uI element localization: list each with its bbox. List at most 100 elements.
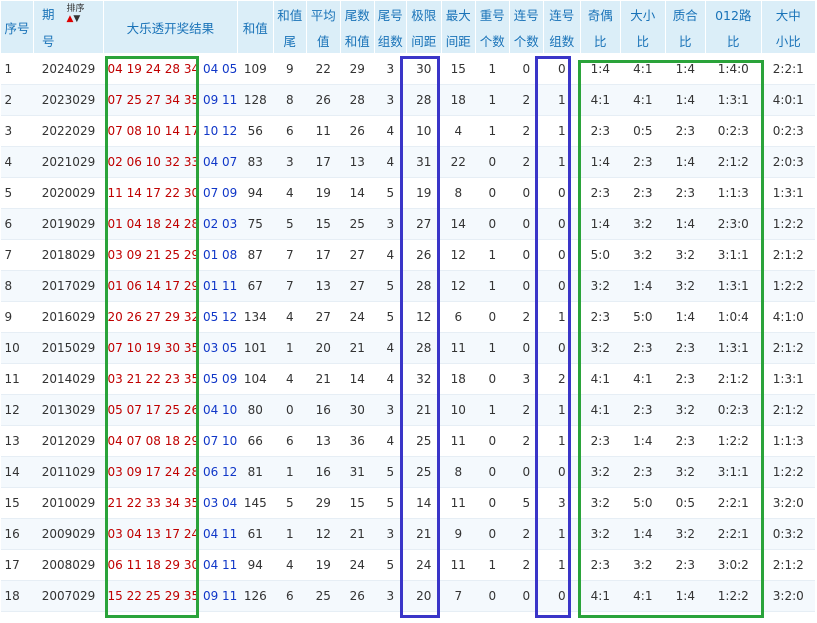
tail-sum-cell: 28 [340, 84, 375, 116]
sort-down-arrow-icon[interactable]: ▼ [73, 14, 80, 24]
table-row: 17 2008029 06 11 18 29 30 04 11 94 4 19 24 5 24 1… [0, 549, 816, 581]
header-tail-grp-top: 尾号 [377, 7, 403, 23]
back-numbers: 10 12 [202, 124, 238, 138]
consec-cell: 2 [509, 301, 544, 333]
primecomp-cell: 2:3 [665, 332, 706, 364]
consec-cell: 2 [509, 549, 544, 581]
result-cell: 06 11 18 29 30 04 11 [103, 549, 238, 581]
sum-cell: 56 [237, 115, 274, 147]
tail-grp-cell: 4 [374, 363, 407, 395]
tail-grp-cell: 4 [374, 239, 407, 271]
table-row: 9 2016029 20 26 27 29 32 05 12 134 4 27 24 5 12 6… [0, 301, 816, 333]
tail-grp-cell: 3 [374, 84, 407, 116]
tail-sum-cell: 21 [340, 332, 375, 364]
bigsmall-cell: 2:3 [620, 332, 666, 364]
route-cell: 1:0:4 [705, 301, 762, 333]
sum-tail-cell: 9 [273, 53, 307, 85]
limit-cell: 21 [406, 518, 442, 550]
table-row: 6 2019029 01 04 18 24 28 02 03 75 5 15 25 3 27 14… [0, 208, 816, 240]
bigsmall-cell: 1:4 [620, 270, 666, 302]
period-cell: 2014029 [33, 363, 104, 395]
sum-cell: 94 [237, 177, 274, 209]
table-row: 4 2021029 02 06 10 32 33 04 07 83 3 17 13 4 31 22… [0, 146, 816, 178]
tail-sum-cell: 24 [340, 549, 375, 581]
header-tail-sum-bottom: 和值 [344, 33, 370, 49]
back-numbers: 01 08 [202, 248, 238, 262]
limit-cell: 28 [406, 84, 442, 116]
sort-toggle[interactable]: 排序 ▲▼ [67, 4, 85, 24]
max-cell: 8 [441, 456, 476, 488]
bigsmall-cell: 5:0 [620, 301, 666, 333]
repeat-cell: 1 [475, 394, 510, 426]
sum-cell: 134 [237, 301, 274, 333]
avg-cell: 27 [306, 301, 341, 333]
table-body: 1 2024029 04 19 24 28 34 04 05 109 9 22 29 3 30 1… [0, 53, 816, 612]
header-repeat-bottom: 个数 [479, 33, 505, 49]
bms-cell: 2:1:2 [761, 239, 816, 271]
consec-cell: 0 [509, 580, 544, 612]
result-cell: 03 09 21 25 29 01 08 [103, 239, 238, 271]
repeat-cell: 0 [475, 425, 510, 457]
limit-cell: 32 [406, 363, 442, 395]
tail-sum-cell: 13 [340, 146, 375, 178]
bms-cell: 1:1:3 [761, 425, 816, 457]
consec-cell: 0 [509, 208, 544, 240]
seq-cell: 4 [0, 146, 34, 178]
bigsmall-cell: 1:4 [620, 518, 666, 550]
repeat-cell: 1 [475, 84, 510, 116]
avg-cell: 25 [306, 580, 341, 612]
seq-cell: 18 [0, 580, 34, 612]
header-repeat: 重号 个数 [474, 0, 510, 54]
header-period[interactable]: 期 排序 ▲▼ 号 [33, 0, 104, 54]
back-numbers: 09 11 [202, 589, 238, 603]
seq-cell: 9 [0, 301, 34, 333]
front-numbers: 03 09 21 25 29 [107, 248, 200, 262]
front-numbers: 04 19 24 28 34 [107, 62, 200, 76]
header-oddeven: 奇偶比 [579, 0, 621, 54]
seq-cell: 13 [0, 425, 34, 457]
bms-cell: 2:1:2 [761, 332, 816, 364]
oddeven-cell: 4:1 [580, 580, 621, 612]
tail-sum-cell: 15 [340, 487, 375, 519]
oddeven-cell: 4:1 [580, 363, 621, 395]
period-cell: 2018029 [33, 239, 104, 271]
front-numbers: 05 07 17 25 26 [107, 403, 200, 417]
route-cell: 1:2:2 [705, 425, 762, 457]
max-cell: 4 [441, 115, 476, 147]
primecomp-cell: 1:4 [665, 208, 706, 240]
sum-tail-cell: 5 [273, 208, 307, 240]
result-cell: 07 08 10 14 17 10 12 [103, 115, 238, 147]
limit-cell: 25 [406, 425, 442, 457]
avg-cell: 13 [306, 425, 341, 457]
result-cell: 03 21 22 23 35 05 09 [103, 363, 238, 395]
oddeven-cell: 2:3 [580, 115, 621, 147]
route-cell: 1:2:2 [705, 580, 762, 612]
tail-sum-cell: 26 [340, 115, 375, 147]
primecomp-cell: 1:4 [665, 146, 706, 178]
primecomp-cell: 2:3 [665, 363, 706, 395]
seq-cell: 8 [0, 270, 34, 302]
table-row: 1 2024029 04 19 24 28 34 04 05 109 9 22 29 3 30 1… [0, 53, 816, 85]
avg-cell: 20 [306, 332, 341, 364]
primecomp-cell: 2:3 [665, 549, 706, 581]
oddeven-cell: 2:3 [580, 425, 621, 457]
period-cell: 2008029 [33, 549, 104, 581]
avg-cell: 17 [306, 146, 341, 178]
table-row: 2 2023029 07 25 27 34 35 09 11 128 8 26 28 3 28 1… [0, 84, 816, 116]
tail-sum-cell: 24 [340, 301, 375, 333]
bms-cell: 0:2:3 [761, 115, 816, 147]
tail-grp-cell: 5 [374, 456, 407, 488]
tail-grp-cell: 5 [374, 301, 407, 333]
bigsmall-cell: 1:4 [620, 425, 666, 457]
period-cell: 2016029 [33, 301, 104, 333]
bms-cell: 1:2:2 [761, 270, 816, 302]
header-consec-top: 连号 [513, 7, 539, 23]
avg-cell: 21 [306, 363, 341, 395]
limit-cell: 25 [406, 456, 442, 488]
sum-tail-cell: 4 [273, 549, 307, 581]
repeat-cell: 1 [475, 53, 510, 85]
tail-grp-cell: 5 [374, 270, 407, 302]
tail-grp-cell: 4 [374, 146, 407, 178]
tail-grp-cell: 5 [374, 487, 407, 519]
sum-cell: 80 [237, 394, 274, 426]
